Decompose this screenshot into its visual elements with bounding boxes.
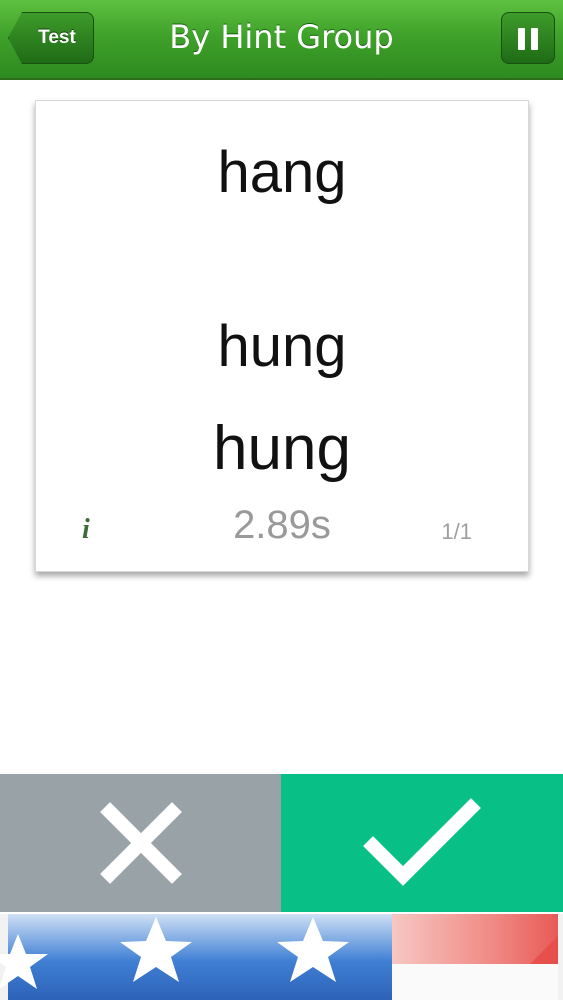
back-button[interactable]: Test <box>8 12 94 64</box>
ad-banner[interactable] <box>0 914 563 1000</box>
star-icons <box>0 917 558 989</box>
correct-answer-button[interactable] <box>281 774 563 912</box>
star-icon <box>0 934 48 989</box>
close-icon <box>100 802 182 884</box>
card-counter: 1/1 <box>441 519 472 544</box>
answer-word-past: hung <box>217 314 347 379</box>
page-title: By Hint Group <box>169 18 394 56</box>
star-icon <box>120 917 192 982</box>
prompt-word: hang <box>217 140 347 205</box>
navigation-bar: Test By Hint Group <box>0 0 563 80</box>
pause-button[interactable] <box>501 12 555 64</box>
back-button-label: Test <box>38 27 76 48</box>
answer-word-participle: hung <box>213 414 351 483</box>
wrong-answer-button[interactable] <box>0 774 281 912</box>
flash-card: hang hung hung i 2.89s 1/1 <box>35 100 529 572</box>
checkmark-icon <box>363 798 481 886</box>
star-icon <box>277 917 349 982</box>
